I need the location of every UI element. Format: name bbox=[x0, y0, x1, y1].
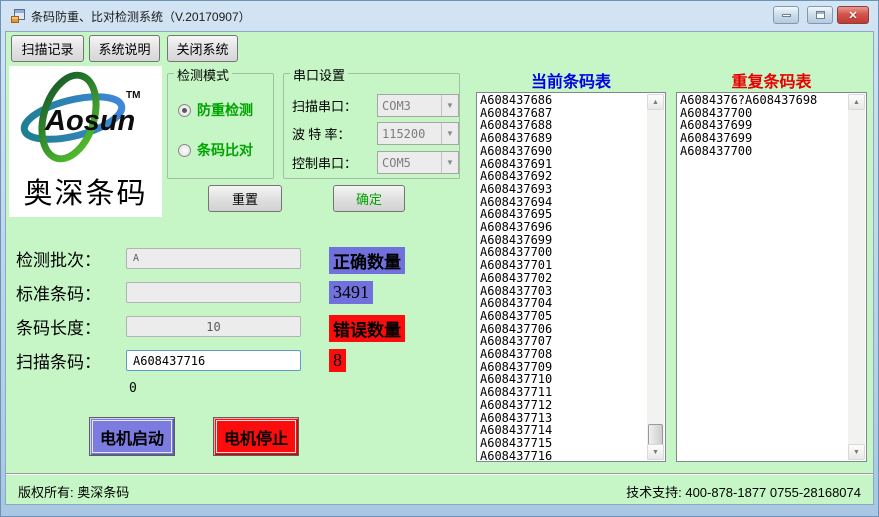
control-port-label: 控制串口： bbox=[292, 153, 376, 172]
scan-port-row: 扫描串口： bbox=[292, 94, 376, 117]
batch-label: 检测批次： bbox=[16, 246, 126, 271]
baud-rate-label: 波 特 率： bbox=[292, 124, 376, 143]
scroll-down-icon[interactable]: ▼ bbox=[848, 444, 865, 460]
app-window: 条码防重、比对检测系统（V.20170907） ✕ 扫描记录 系统说明 关闭系统 bbox=[0, 0, 879, 517]
minimize-icon bbox=[782, 14, 791, 17]
close-icon: ✕ bbox=[848, 9, 857, 22]
radio-label: 条码比对 bbox=[197, 140, 253, 160]
scan-records-button[interactable]: 扫描记录 bbox=[11, 35, 84, 62]
support-text: 技术支持: 400-878-1877 0755-28168074 bbox=[626, 482, 861, 501]
svg-text:Aosun: Aosun bbox=[44, 105, 135, 137]
current-barcode-list-title: 当前条码表 bbox=[476, 68, 666, 92]
reset-button[interactable]: 重置 bbox=[208, 185, 282, 212]
barcode-length-label: 条码长度： bbox=[16, 314, 126, 339]
brand-caption: 奥深条码 bbox=[9, 170, 162, 212]
duplicate-barcode-list[interactable]: A6084376?A608437698A608437700A608437699A… bbox=[676, 92, 867, 462]
barcode-list-item[interactable]: A608437705 bbox=[480, 310, 646, 323]
barcode-list-item[interactable]: A608437690 bbox=[480, 145, 646, 158]
scroll-up-icon[interactable]: ▲ bbox=[848, 94, 865, 110]
system-help-button[interactable]: 系统说明 bbox=[89, 35, 160, 62]
client-area: 扫描记录 系统说明 关闭系统 Aosun TM 奥深条码 bbox=[5, 31, 874, 505]
copyright-text: 版权所有: 奥深条码 bbox=[18, 482, 129, 501]
scan-counter: 0 bbox=[129, 381, 137, 396]
barcode-list-item[interactable]: A608437689 bbox=[480, 132, 646, 145]
correct-count-value: 3491 bbox=[329, 281, 373, 304]
barcode-list-item[interactable]: A608437693 bbox=[480, 183, 646, 196]
detection-mode-title: 检测模式 bbox=[174, 65, 232, 84]
radio-label: 防重检测 bbox=[197, 100, 253, 120]
serial-settings-title: 串口设置 bbox=[290, 65, 348, 84]
error-count-label: 错误数量 bbox=[329, 315, 405, 342]
radio-icon bbox=[178, 144, 191, 157]
title-bar[interactable]: 条码防重、比对检测系统（V.20170907） ✕ bbox=[1, 1, 878, 31]
chevron-down-icon[interactable]: ▼ bbox=[441, 152, 458, 173]
barcode-list-item[interactable]: A608437711 bbox=[480, 386, 646, 399]
baud-rate-value: 115200 bbox=[378, 127, 441, 141]
barcode-list-item[interactable]: A608437716 bbox=[480, 450, 646, 460]
control-port-select[interactable]: COM5 ▼ bbox=[377, 151, 459, 174]
window-title: 条码防重、比对检测系统（V.20170907） bbox=[31, 8, 251, 25]
batch-row: 检测批次： bbox=[16, 248, 126, 269]
motor-stop-button[interactable]: 电机停止 bbox=[213, 417, 299, 456]
radio-barcode-compare[interactable]: 条码比对 bbox=[178, 140, 253, 160]
scan-port-select[interactable]: COM3 ▼ bbox=[377, 94, 459, 117]
maximize-button[interactable] bbox=[807, 6, 833, 24]
scan-barcode-input[interactable] bbox=[126, 350, 301, 371]
chevron-down-icon[interactable]: ▼ bbox=[441, 123, 458, 144]
barcode-list-item[interactable]: A6084376?A608437698 bbox=[680, 94, 847, 107]
barcode-length-row: 条码长度： bbox=[16, 316, 126, 337]
standard-barcode-label: 标准条码： bbox=[16, 280, 126, 305]
control-port-value: COM5 bbox=[378, 156, 441, 170]
confirm-button[interactable]: 确定 bbox=[333, 185, 405, 212]
correct-count-label: 正确数量 bbox=[329, 247, 405, 274]
current-barcode-list[interactable]: A608437686A608437687A608437688A608437689… bbox=[476, 92, 666, 462]
barcode-list-item[interactable]: A608437696 bbox=[480, 221, 646, 234]
duplicate-barcode-list-title: 重复条码表 bbox=[676, 68, 867, 92]
current-list-scrollbar[interactable]: ▲ ▼ bbox=[647, 94, 664, 460]
barcode-list-item[interactable]: A608437699 bbox=[680, 132, 847, 145]
brand-logo: Aosun TM 奥深条码 bbox=[9, 66, 162, 217]
serial-settings-group: 串口设置 扫描串口： COM3 ▼ 波 特 率： 115200 ▼ 控制串口： … bbox=[283, 73, 460, 179]
current-barcode-items: A608437686A608437687A608437688A608437689… bbox=[480, 94, 646, 460]
scan-port-label: 扫描串口： bbox=[292, 96, 376, 115]
barcode-list-item[interactable]: A608437708 bbox=[480, 348, 646, 361]
baud-rate-row: 波 特 率： bbox=[292, 122, 376, 145]
barcode-list-item[interactable]: A608437702 bbox=[480, 272, 646, 285]
app-icon bbox=[10, 8, 26, 24]
batch-input[interactable] bbox=[126, 248, 301, 269]
barcode-list-item[interactable]: A608437712 bbox=[480, 399, 646, 412]
close-button[interactable]: ✕ bbox=[837, 6, 869, 24]
scan-port-value: COM3 bbox=[378, 99, 441, 113]
barcode-list-item[interactable]: A608437701 bbox=[480, 259, 646, 272]
scan-barcode-row: 扫描条码： bbox=[16, 350, 126, 371]
barcode-list-item[interactable]: A608437686 bbox=[480, 94, 646, 107]
svg-text:TM: TM bbox=[126, 90, 140, 101]
error-count-value: 8 bbox=[329, 349, 346, 372]
barcode-list-item[interactable]: A608437715 bbox=[480, 437, 646, 450]
scroll-up-icon[interactable]: ▲ bbox=[647, 94, 664, 110]
chevron-down-icon[interactable]: ▼ bbox=[441, 95, 458, 116]
control-port-row: 控制串口： bbox=[292, 151, 376, 174]
duplicate-list-scrollbar[interactable]: ▲ ▼ bbox=[848, 94, 865, 460]
status-bar: 版权所有: 奥深条码 技术支持: 400-878-1877 0755-28168… bbox=[6, 473, 873, 505]
scroll-down-icon[interactable]: ▼ bbox=[647, 444, 664, 460]
maximize-icon bbox=[816, 11, 825, 19]
radio-anti-duplicate[interactable]: 防重检测 bbox=[178, 100, 253, 120]
aosun-swoosh-icon: Aosun TM bbox=[9, 66, 162, 169]
standard-barcode-row: 标准条码： bbox=[16, 282, 126, 303]
detection-mode-group: 检测模式 防重检测 条码比对 bbox=[167, 73, 274, 179]
minimize-button[interactable] bbox=[773, 6, 799, 24]
close-system-button[interactable]: 关闭系统 bbox=[167, 35, 238, 62]
motor-start-button[interactable]: 电机启动 bbox=[89, 417, 175, 456]
barcode-length-input[interactable] bbox=[126, 316, 301, 337]
radio-icon bbox=[178, 104, 191, 117]
scan-barcode-label: 扫描条码： bbox=[16, 348, 126, 373]
barcode-list-item[interactable]: A608437700 bbox=[680, 145, 847, 158]
duplicate-barcode-items: A6084376?A608437698A608437700A608437699A… bbox=[680, 94, 847, 460]
baud-rate-select[interactable]: 115200 ▼ bbox=[377, 122, 459, 145]
standard-barcode-input[interactable] bbox=[126, 282, 301, 303]
